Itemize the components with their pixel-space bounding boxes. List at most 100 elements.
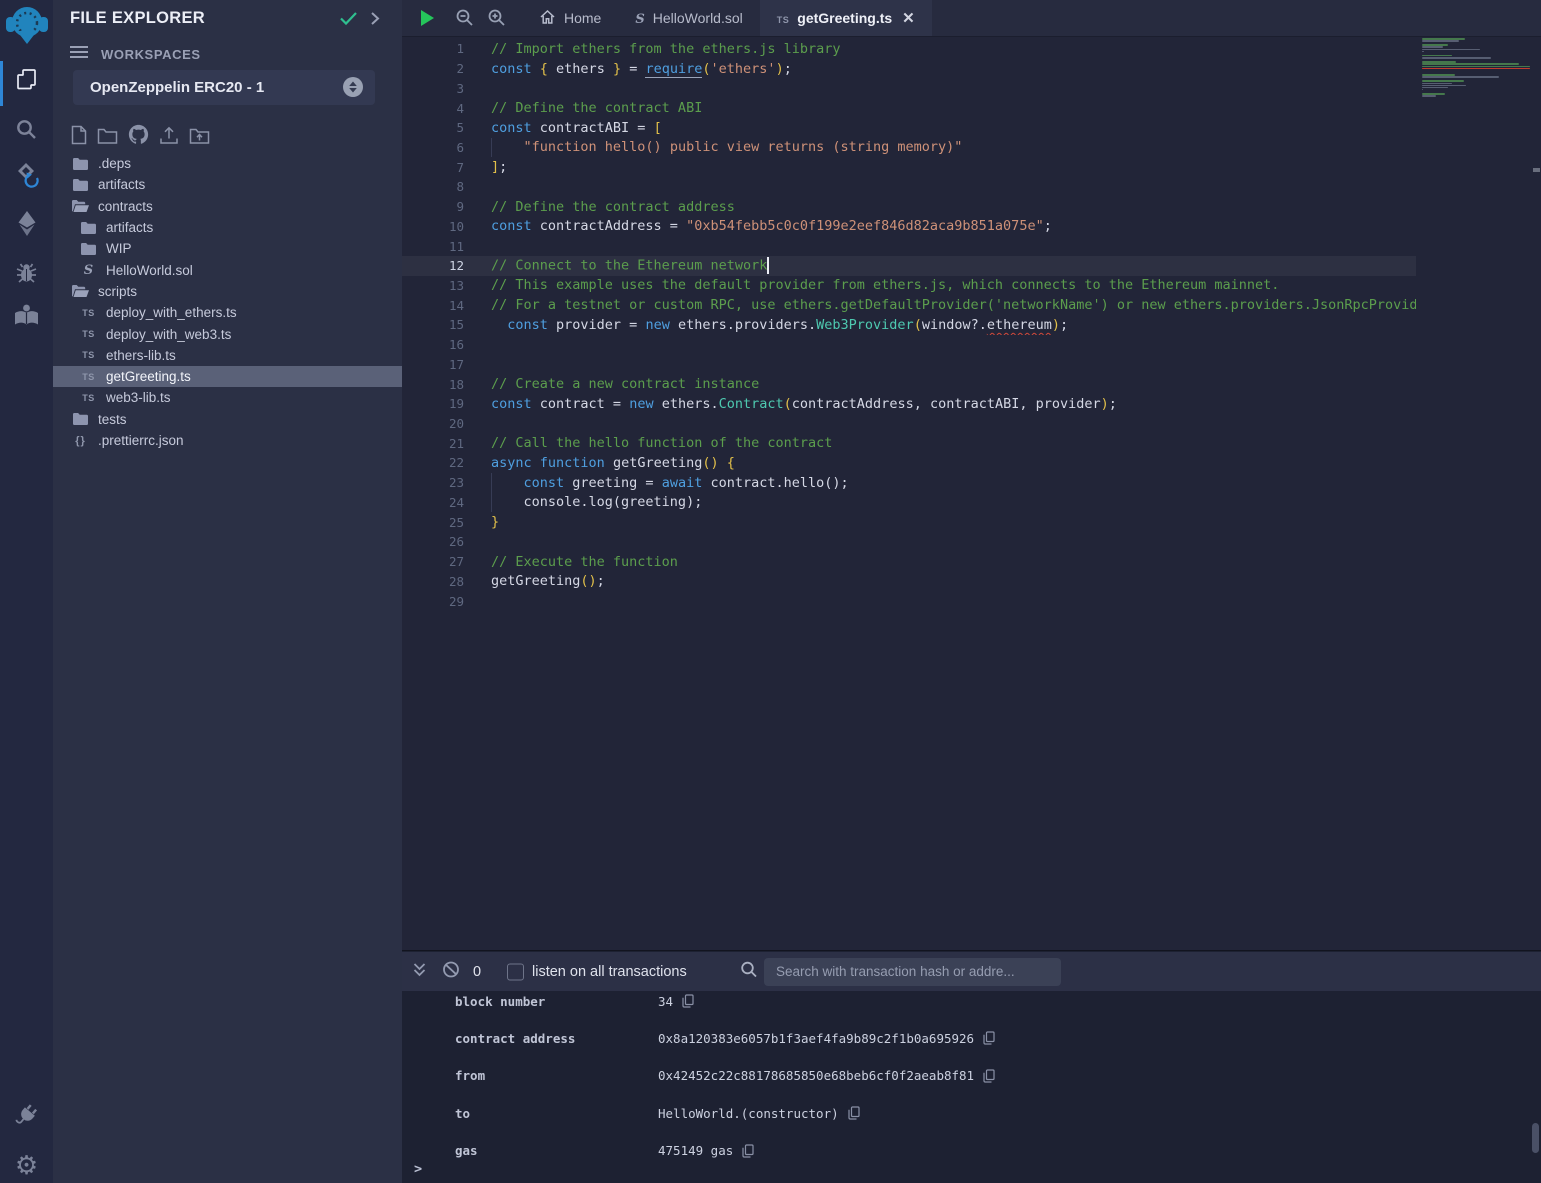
rail-item-solidity-compiler[interactable] — [0, 157, 53, 199]
tree-item-deploy-with-web3-ts[interactable]: TSdeploy_with_web3.ts — [53, 323, 402, 344]
rail-item-file-explorer[interactable] — [0, 61, 53, 103]
code-line-8[interactable]: 8 — [402, 177, 1416, 197]
tree-item-deps[interactable]: .deps — [53, 153, 402, 174]
tree-item-wip[interactable]: WIP — [53, 238, 402, 259]
code-line-28[interactable]: 28getGreeting(); — [402, 571, 1416, 591]
home-icon — [539, 9, 556, 28]
workspaces-menu-icon[interactable] — [70, 45, 88, 64]
file-explorer-icon — [14, 67, 39, 97]
code-line-3[interactable]: 3 — [402, 78, 1416, 98]
terminal-output[interactable]: block number34 contract address0x8a120383… — [402, 991, 1541, 1183]
code-line-29[interactable]: 29 — [402, 591, 1416, 611]
text-cursor — [767, 257, 769, 274]
terminal-row-from: from0x42452c22c88178685850e68beb6cf0f2ae… — [402, 1068, 1541, 1084]
listen-label: listen on all transactions — [532, 964, 687, 980]
tab-getgreeting-ts[interactable]: TSgetGreeting.ts✕ — [760, 0, 932, 36]
tree-item-contracts[interactable]: contracts — [53, 196, 402, 217]
tree-item-artifacts[interactable]: artifacts — [53, 174, 402, 195]
rail-item-remix-logo[interactable] — [0, 3, 53, 51]
code-line-17[interactable]: 17 — [402, 355, 1416, 375]
close-tab-icon[interactable]: ✕ — [902, 11, 915, 26]
code-line-27[interactable]: 27// Execute the function — [402, 552, 1416, 572]
clear-console-icon[interactable] — [442, 960, 460, 983]
chevron-right-icon[interactable] — [370, 11, 380, 31]
terminal-collapse-icon[interactable] — [412, 961, 427, 983]
workspaces-label: WORKSPACES — [101, 47, 201, 62]
upload-file-icon[interactable] — [159, 126, 179, 145]
run-script-button[interactable] — [421, 10, 434, 26]
folder-open-icon — [72, 285, 89, 297]
code-line-2[interactable]: 2const { ethers } = require('ethers'); — [402, 59, 1416, 79]
code-line-22[interactable]: 22async function getGreeting() { — [402, 453, 1416, 473]
tree-item-label: WIP — [106, 241, 132, 256]
copy-icon[interactable] — [983, 1031, 995, 1045]
code-line-11[interactable]: 11 — [402, 236, 1416, 256]
code-line-12[interactable]: 12// Connect to the Ethereum network — [402, 256, 1416, 276]
tree-item-label: artifacts — [98, 177, 145, 192]
code-line-20[interactable]: 20 — [402, 414, 1416, 434]
tree-item-prettierrc-json[interactable]: {}.prettierrc.json — [53, 430, 402, 451]
tree-item-artifacts[interactable]: artifacts — [53, 217, 402, 238]
tree-item-getgreeting-ts[interactable]: TSgetGreeting.ts — [53, 366, 402, 387]
rail-item-learneth[interactable] — [0, 297, 53, 339]
tree-item-web3-lib-ts[interactable]: TSweb3-lib.ts — [53, 387, 402, 408]
tab-home[interactable]: Home — [522, 0, 618, 36]
new-file-icon[interactable] — [71, 125, 87, 145]
tab-helloworld-sol[interactable]: SHelloWorld.sol — [618, 0, 759, 36]
code-line-1[interactable]: 1// Import ethers from the ethers.js lib… — [402, 39, 1416, 59]
tree-item-label: contracts — [98, 199, 153, 214]
new-folder-icon[interactable] — [97, 127, 118, 145]
code-line-15[interactable]: 15 const provider = new ethers.providers… — [402, 315, 1416, 335]
tree-item-ethers-lib-ts[interactable]: TSethers-lib.ts — [53, 345, 402, 366]
deploy-run-icon — [15, 210, 39, 242]
transaction-count: 0 — [473, 964, 481, 980]
code-line-25[interactable]: 25} — [402, 512, 1416, 532]
copy-icon[interactable] — [742, 1144, 754, 1158]
tree-item-label: ethers-lib.ts — [106, 348, 176, 363]
code-line-19[interactable]: 19const contract = new ethers.Contract(c… — [402, 394, 1416, 414]
copy-icon[interactable] — [682, 994, 694, 1008]
code-line-9[interactable]: 9// Define the contract address — [402, 197, 1416, 217]
code-line-18[interactable]: 18// Create a new contract instance — [402, 374, 1416, 394]
rail-item-settings[interactable]: ⚙ — [0, 1144, 53, 1183]
tree-item-deploy-with-ethers-ts[interactable]: TSdeploy_with_ethers.ts — [53, 302, 402, 323]
copy-icon[interactable] — [983, 1069, 995, 1083]
terminal-row-contract-address: contract address0x8a120383e6057b1f3aef4f… — [402, 1030, 1541, 1046]
check-icon[interactable] — [339, 11, 358, 31]
code-line-26[interactable]: 26 — [402, 532, 1416, 552]
upload-folder-icon[interactable] — [189, 127, 210, 145]
minimap[interactable] — [1420, 38, 1532, 951]
zoom-in-icon[interactable] — [487, 8, 506, 32]
rail-item-search[interactable] — [0, 111, 53, 153]
zoom-out-icon[interactable] — [455, 8, 474, 32]
terminal-search-input[interactable] — [764, 958, 1061, 986]
folder-icon — [72, 413, 89, 425]
solidity-compiler-icon — [12, 161, 42, 196]
workspace-select[interactable]: OpenZeppelin ERC20 - 1 — [73, 70, 375, 105]
rail-item-plugin-manager[interactable] — [0, 1096, 53, 1138]
tree-item-helloworld-sol[interactable]: SHelloWorld.sol — [53, 259, 402, 280]
listen-checkbox[interactable] — [507, 963, 524, 980]
terminal-row-to: toHelloWorld.(constructor) — [402, 1105, 1541, 1121]
code-line-5[interactable]: 5const contractABI = [ — [402, 118, 1416, 138]
code-editor[interactable]: 1// Import ethers from the ethers.js lib… — [402, 37, 1541, 951]
code-line-10[interactable]: 10const contractAddress = "0xb54febb5c0c… — [402, 216, 1416, 236]
code-line-6[interactable]: 6 "function hello() public view returns … — [402, 138, 1416, 158]
tree-item-tests[interactable]: tests — [53, 409, 402, 430]
code-line-13[interactable]: 13// This example uses the default provi… — [402, 276, 1416, 296]
rail-item-debugger[interactable] — [0, 254, 53, 296]
code-line-7[interactable]: 7]; — [402, 157, 1416, 177]
rail-item-deploy-run[interactable] — [0, 205, 53, 247]
tree-item-scripts[interactable]: scripts — [53, 281, 402, 302]
code-line-4[interactable]: 4// Define the contract ABI — [402, 98, 1416, 118]
copy-icon[interactable] — [848, 1106, 860, 1120]
terminal-row-block-number: block number34 — [402, 993, 1541, 1009]
code-line-16[interactable]: 16 — [402, 335, 1416, 355]
debugger-icon — [14, 261, 39, 290]
publish-to-gist-icon[interactable] — [128, 124, 149, 145]
code-line-23[interactable]: 23 const greeting = await contract.hello… — [402, 473, 1416, 493]
code-line-14[interactable]: 14// For a testnet or custom RPC, use et… — [402, 295, 1416, 315]
code-line-21[interactable]: 21// Call the hello function of the cont… — [402, 433, 1416, 453]
code-line-24[interactable]: 24 console.log(greeting); — [402, 493, 1416, 513]
terminal-scrollbar[interactable] — [1532, 1123, 1539, 1153]
